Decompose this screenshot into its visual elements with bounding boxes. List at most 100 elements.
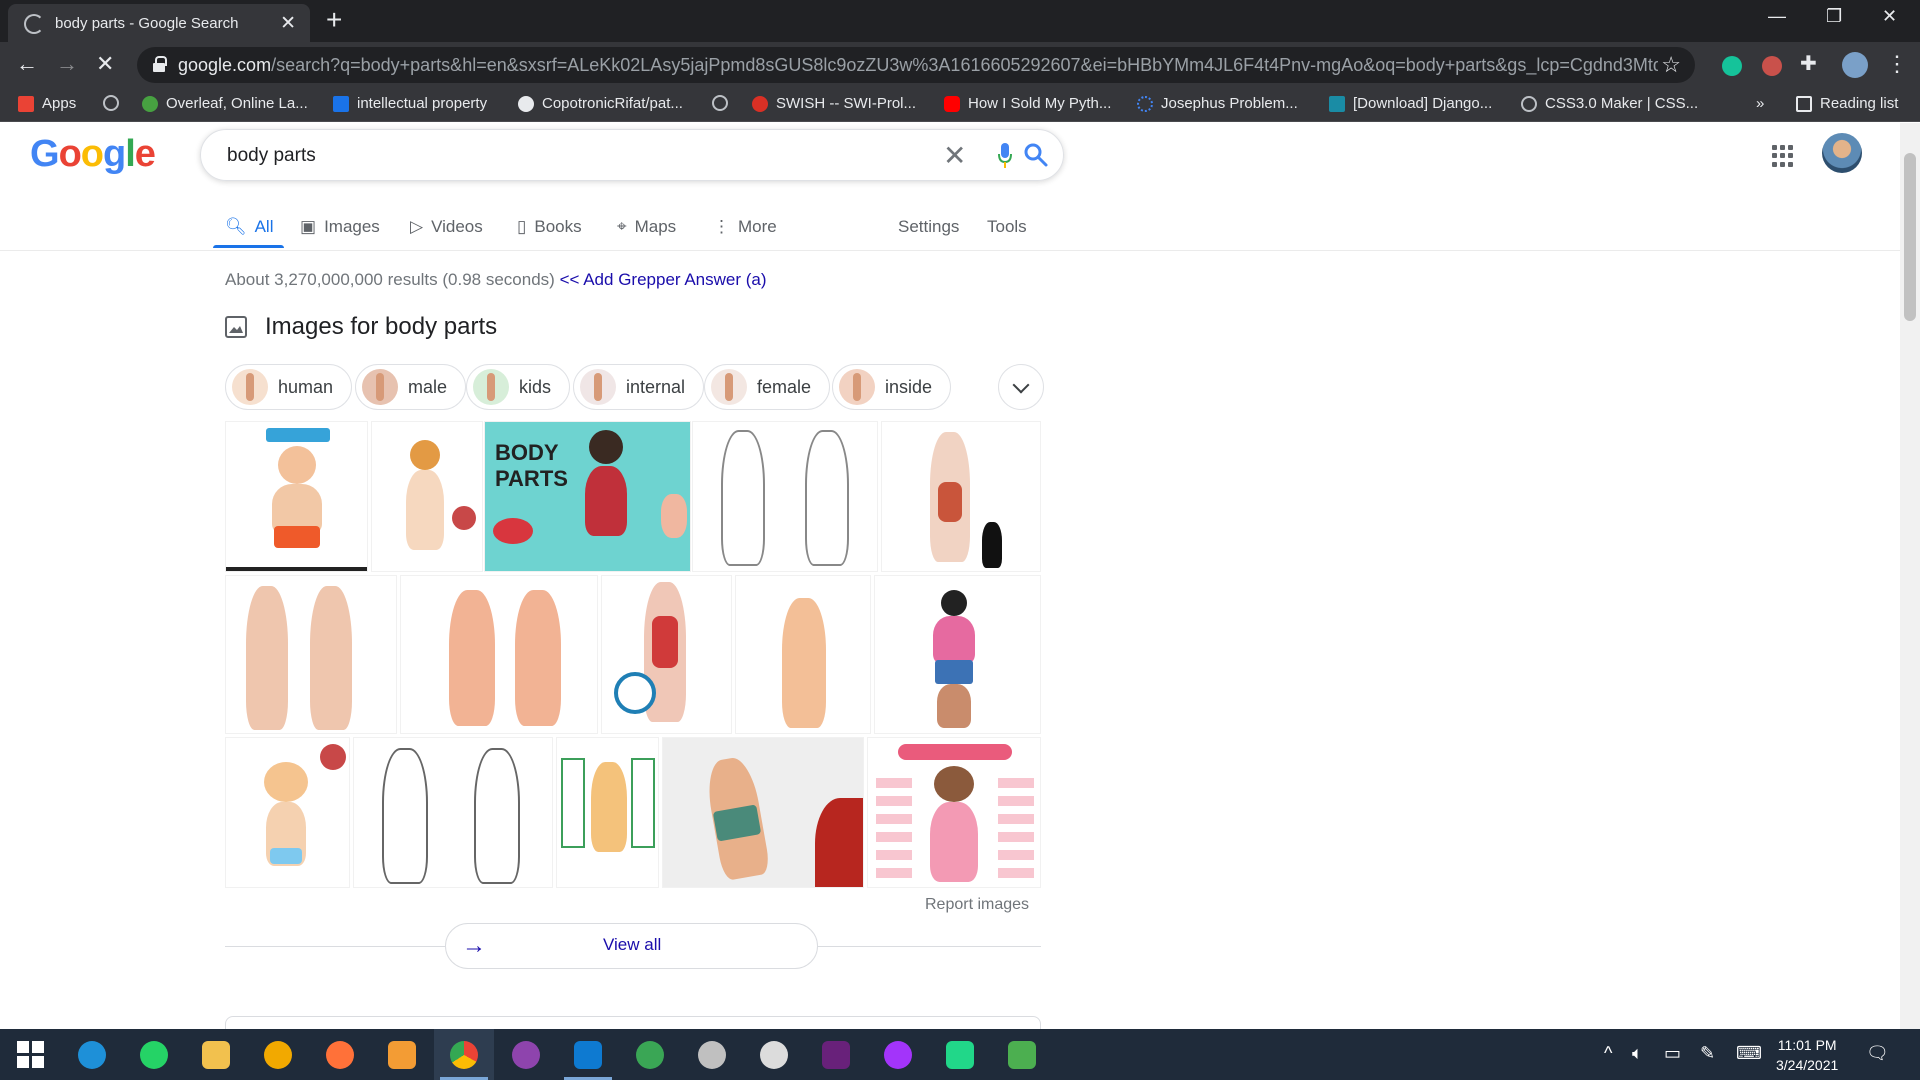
image-result[interactable]: [874, 575, 1041, 734]
show-hidden-icons[interactable]: ^: [1604, 1043, 1612, 1064]
image-result[interactable]: [225, 737, 350, 888]
close-tab-icon[interactable]: ✕: [280, 12, 296, 35]
notifications-icon[interactable]: 🗨︎: [1866, 1043, 1889, 1064]
pen-icon[interactable]: ✎: [1700, 1043, 1715, 1064]
bookmarks-overflow[interactable]: »: [1756, 95, 1764, 112]
search-input[interactable]: body parts: [227, 145, 316, 167]
stop-loading-icon[interactable]: ✕: [96, 52, 114, 76]
image-result[interactable]: [662, 737, 864, 888]
taskbar-github[interactable]: [496, 1029, 556, 1080]
image-result[interactable]: [353, 737, 553, 888]
bookmark-github[interactable]: CopotronicRifat/pat...: [518, 95, 683, 112]
tab-all[interactable]: 🔍︎ All: [225, 217, 274, 237]
taskbar-vscode[interactable]: [558, 1029, 618, 1080]
system-clock[interactable]: 11:01 PM 3/24/2021: [1776, 1035, 1838, 1075]
page-scrollbar[interactable]: [1900, 123, 1920, 1029]
tab-videos[interactable]: ▷ Videos: [410, 217, 483, 237]
volume-icon[interactable]: 🔈︎: [1632, 1043, 1643, 1064]
bookmark-josephus[interactable]: Josephus Problem...: [1137, 95, 1298, 112]
new-tab-button[interactable]: +: [326, 6, 342, 34]
google-apps-icon[interactable]: [1772, 145, 1794, 167]
taskbar-app[interactable]: [620, 1029, 680, 1080]
bookmark-swish[interactable]: SWISH -- SWI-Prol...: [752, 95, 916, 112]
image-result[interactable]: [556, 737, 659, 888]
extension-icon[interactable]: [1762, 56, 1782, 76]
keyboard-icon[interactable]: ⌨: [1736, 1043, 1762, 1064]
grammarly-extension-icon[interactable]: [1722, 56, 1742, 76]
taskbar-app[interactable]: [992, 1029, 1052, 1080]
report-images-link[interactable]: Report images: [925, 896, 1029, 914]
reading-list-button[interactable]: Reading list: [1796, 95, 1898, 112]
lock-icon[interactable]: [153, 56, 167, 72]
tab-images[interactable]: ▣ Images: [300, 217, 380, 237]
window-close-icon[interactable]: ✕: [1882, 6, 1897, 27]
account-avatar[interactable]: [1822, 133, 1862, 173]
bookmark-django[interactable]: [Download] Django...: [1329, 95, 1492, 112]
restore-icon[interactable]: ❐: [1826, 6, 1842, 27]
image-result[interactable]: [371, 421, 483, 572]
chip-male[interactable]: male: [355, 364, 467, 410]
chip-internal[interactable]: internal: [573, 364, 705, 410]
image-result[interactable]: [400, 575, 598, 734]
images-section-heading[interactable]: Images for body parts: [225, 313, 497, 341]
profile-avatar[interactable]: [1842, 52, 1868, 78]
bookmark-intellectual-property[interactable]: intellectual property: [333, 95, 487, 112]
image-result[interactable]: [692, 421, 878, 572]
chip-inside[interactable]: inside: [832, 364, 952, 410]
search-box[interactable]: body parts ✕: [200, 129, 1064, 181]
bookmark-globe-2[interactable]: [712, 95, 728, 111]
image-result[interactable]: [225, 421, 368, 572]
bookmark-youtube[interactable]: How I Sold My Pyth...: [944, 95, 1111, 112]
scrollbar-thumb[interactable]: [1904, 153, 1916, 321]
taskbar-chrome[interactable]: [434, 1029, 494, 1080]
forward-icon[interactable]: →: [56, 52, 78, 76]
microphone-icon[interactable]: [998, 143, 1012, 169]
image-result[interactable]: [601, 575, 732, 734]
extensions-puzzle-icon[interactable]: ✚: [1800, 52, 1817, 76]
taskbar-app[interactable]: [682, 1029, 742, 1080]
bookmark-overleaf[interactable]: Overleaf, Online La...: [142, 95, 308, 112]
search-icon[interactable]: [1023, 142, 1049, 168]
bookmark-globe[interactable]: [103, 95, 119, 111]
settings-link[interactable]: Settings: [898, 217, 959, 237]
loading-icon: [24, 14, 44, 34]
taskbar-visual-studio[interactable]: [806, 1029, 866, 1080]
network-icon[interactable]: ▭: [1664, 1043, 1681, 1064]
back-icon[interactable]: ←: [16, 52, 38, 76]
view-all-button[interactable]: → View all: [445, 923, 818, 969]
taskbar-app[interactable]: [744, 1029, 804, 1080]
chrome-menu-icon[interactable]: ⋮: [1886, 52, 1908, 76]
minimize-icon[interactable]: —: [1768, 6, 1786, 27]
google-logo[interactable]: Google: [30, 133, 156, 176]
tab-maps[interactable]: ⌖ Maps: [617, 217, 676, 237]
tab-more[interactable]: ⋮ More: [713, 217, 777, 237]
taskbar-whatsapp[interactable]: [124, 1029, 184, 1080]
taskbar-pycharm[interactable]: [930, 1029, 990, 1080]
clear-search-icon[interactable]: ✕: [943, 139, 966, 172]
taskbar-app[interactable]: [62, 1029, 122, 1080]
expand-chips-button[interactable]: [998, 364, 1044, 410]
image-result[interactable]: [881, 421, 1041, 572]
image-result[interactable]: [225, 575, 397, 734]
chip-female[interactable]: female: [704, 364, 831, 410]
address-bar[interactable]: google.com/search?q=body+parts&hl=en&sxs…: [137, 47, 1695, 83]
tab-books[interactable]: ▯ Books: [517, 217, 582, 237]
start-button[interactable]: [0, 1029, 60, 1080]
taskbar-messenger[interactable]: [868, 1029, 928, 1080]
taskbar-file-explorer[interactable]: [186, 1029, 246, 1080]
bookmark-apps[interactable]: Apps: [18, 95, 76, 112]
taskbar-firefox[interactable]: [310, 1029, 370, 1080]
url-text[interactable]: google.com/search?q=body+parts&hl=en&sxs…: [178, 55, 1658, 76]
chip-human[interactable]: human: [225, 364, 353, 410]
image-result[interactable]: [867, 737, 1041, 888]
bookmark-css3[interactable]: CSS3.0 Maker | CSS...: [1521, 95, 1698, 112]
image-result[interactable]: BODY PARTS: [484, 421, 691, 572]
chip-kids[interactable]: kids: [466, 364, 571, 410]
grepper-link[interactable]: << Add Grepper Answer (a): [560, 270, 767, 289]
bookmark-star-icon[interactable]: ☆: [1661, 52, 1681, 78]
image-result[interactable]: [735, 575, 871, 734]
taskbar-app[interactable]: [372, 1029, 432, 1080]
taskbar-app[interactable]: [248, 1029, 308, 1080]
tools-link[interactable]: Tools: [987, 217, 1027, 237]
browser-tab[interactable]: body parts - Google Search ✕: [8, 4, 310, 42]
